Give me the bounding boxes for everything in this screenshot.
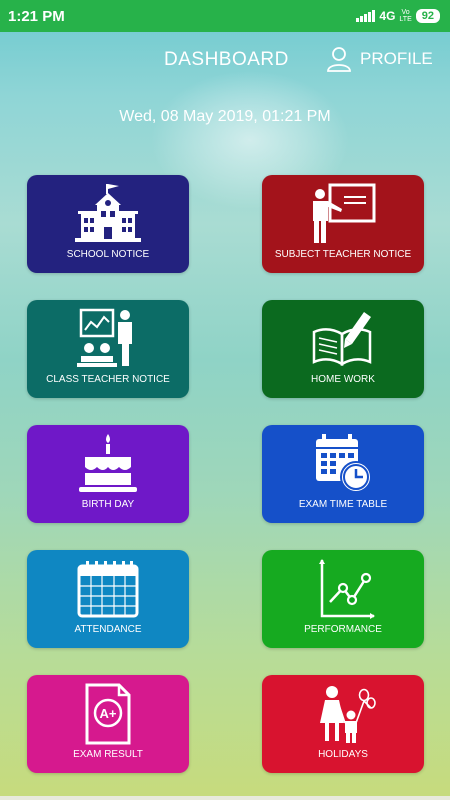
volte-indicator: Vo LTE [399, 9, 412, 23]
status-time: 1:21 PM [8, 7, 65, 25]
profile-label: PROFILE [360, 49, 433, 68]
book-pencil-icon [312, 312, 372, 367]
classroom-icon [77, 308, 132, 367]
bottom-edge [0, 796, 450, 800]
tile-label: HOME WORK [311, 374, 375, 385]
tile-label: ATTENDANCE [74, 624, 142, 635]
class-teacher-notice-tile[interactable]: CLASS TEACHER NOTICE [27, 300, 189, 398]
app-header: DASHBOARD PROFILE [0, 46, 450, 76]
exam-time-table-tile[interactable]: EXAM TIME TABLE [262, 425, 424, 523]
current-datetime: Wed, 08 May 2019, 01:21 PM [119, 108, 331, 125]
page-title: DASHBOARD [164, 49, 289, 70]
tile-label: EXAM TIME TABLE [298, 499, 388, 510]
status-icons: 4G Vo LTE 92 [356, 9, 440, 23]
tile-label: PERFORMANCE [304, 624, 382, 635]
profile-button[interactable]: PROFILE [326, 46, 433, 72]
line-chart-icon [319, 559, 375, 619]
status-bar: 1:21 PM 4G Vo LTE 92 [0, 0, 450, 32]
battery-icon: 92 [415, 9, 440, 23]
family-balloon-icon [320, 686, 376, 743]
grade-document-icon: A+ [85, 683, 131, 745]
birthday-cake-icon [79, 434, 137, 492]
school-notice-tile[interactable]: SCHOOL NOTICE [27, 175, 189, 273]
signal-icon [356, 10, 376, 22]
network-type: 4G [379, 9, 396, 23]
tile-label: CLASS TEACHER NOTICE [46, 374, 170, 385]
exam-result-tile[interactable]: A+ EXAM RESULT [27, 675, 189, 773]
performance-tile[interactable]: PERFORMANCE [262, 550, 424, 648]
tile-label: BIRTH DAY [81, 499, 135, 510]
subject-teacher-notice-tile[interactable]: SUBJECT TEACHER NOTICE [262, 175, 424, 273]
home-work-tile[interactable]: HOME WORK [262, 300, 424, 398]
tile-label: EXAM RESULT [73, 749, 143, 760]
user-icon [327, 47, 351, 72]
holidays-tile[interactable]: HOLIDAYS [262, 675, 424, 773]
tile-label: HOLIDAYS [318, 749, 368, 760]
teacher-board-icon [313, 183, 376, 243]
tile-label: SUBJECT TEACHER NOTICE [274, 249, 412, 260]
svg-text:A+: A+ [100, 706, 117, 721]
attendance-tile[interactable]: ATTENDANCE [27, 550, 189, 648]
school-building-icon [75, 184, 141, 242]
calendar-clock-icon [316, 434, 372, 493]
birth-day-tile[interactable]: BIRTH DAY [27, 425, 189, 523]
calendar-icon [77, 561, 139, 618]
tile-label: SCHOOL NOTICE [66, 249, 150, 260]
